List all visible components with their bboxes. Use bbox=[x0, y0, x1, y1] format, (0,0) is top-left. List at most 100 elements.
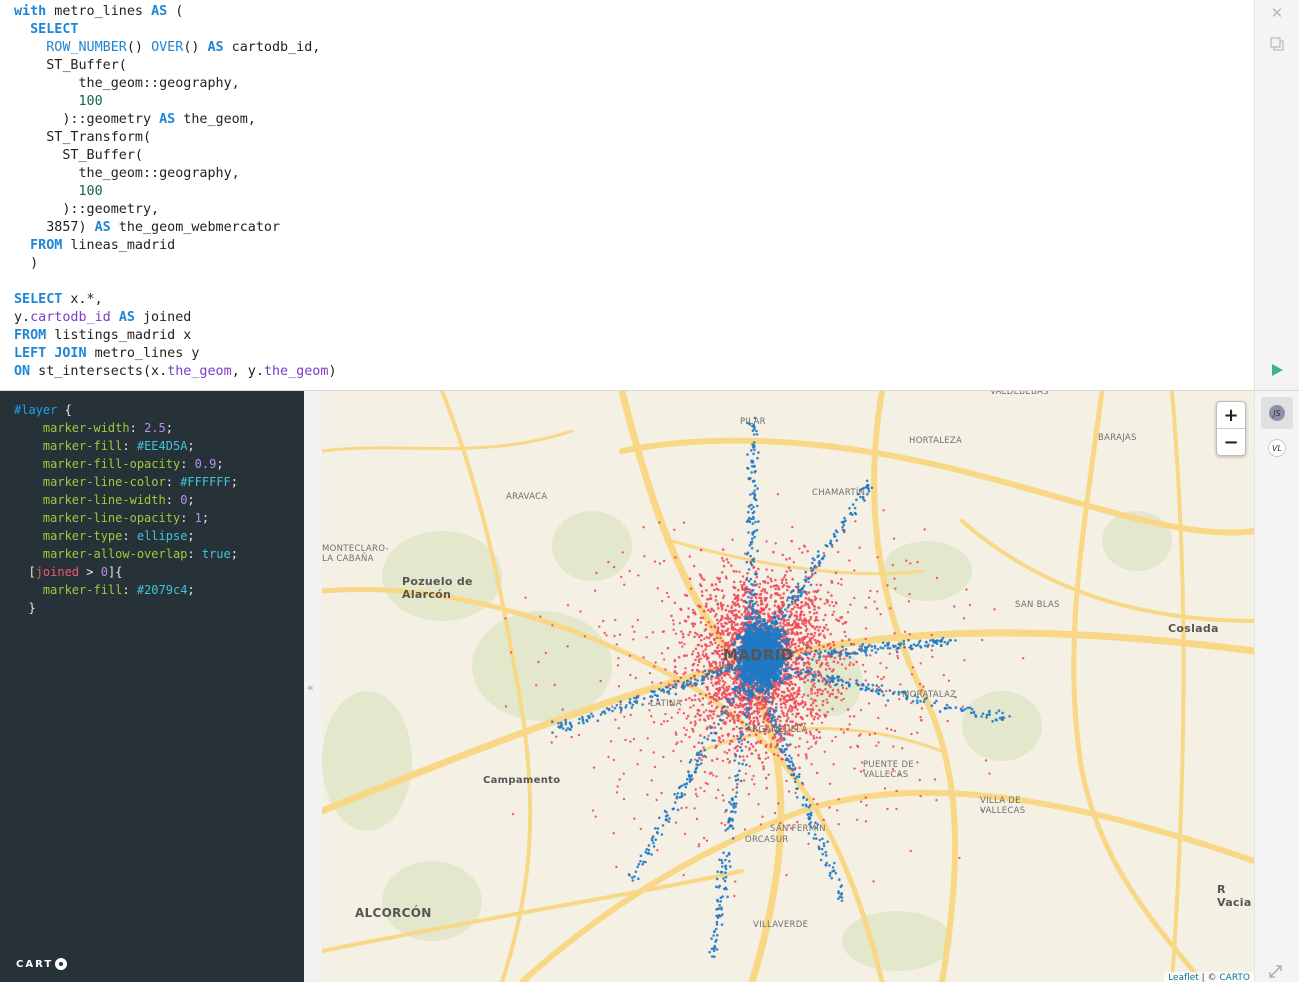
collapse-icon[interactable]: « bbox=[307, 681, 314, 694]
listing-point bbox=[692, 704, 695, 707]
listing-point bbox=[781, 744, 785, 748]
listing-point bbox=[720, 865, 724, 868]
listing-point bbox=[803, 680, 806, 684]
listing-point bbox=[792, 686, 795, 690]
listing-point bbox=[690, 698, 694, 702]
listing-point bbox=[818, 838, 822, 842]
listing-point bbox=[779, 596, 783, 600]
listing-point bbox=[830, 579, 833, 583]
listing-point bbox=[832, 643, 836, 647]
listing-point bbox=[701, 653, 705, 656]
listing-point bbox=[877, 692, 881, 696]
listing-point bbox=[734, 596, 738, 600]
listing-point bbox=[629, 673, 632, 677]
sql-line: ST_Transform( bbox=[14, 129, 337, 147]
listing-point bbox=[654, 661, 657, 664]
listing-point bbox=[933, 641, 936, 645]
listing-point bbox=[811, 561, 814, 565]
listing-point bbox=[754, 609, 757, 613]
listing-point bbox=[803, 637, 806, 640]
listing-point bbox=[817, 679, 820, 683]
collapse-strip[interactable]: « bbox=[304, 391, 323, 982]
listing-point bbox=[602, 619, 605, 623]
map-view[interactable]: VALDEBEBAS PILAR HORTALEZA BARAJAS ARAVACA CH… bbox=[322, 391, 1254, 982]
listing-point bbox=[836, 679, 840, 682]
listing-point bbox=[841, 526, 844, 529]
sql-editor[interactable]: with metro_lines AS ( SELECT ROW_NUMBER(… bbox=[0, 0, 1254, 390]
listing-point bbox=[767, 717, 770, 721]
listing-point bbox=[650, 695, 654, 698]
listing-point bbox=[612, 565, 616, 569]
listing-point bbox=[792, 561, 795, 564]
listing-point bbox=[802, 613, 806, 617]
cartocss-editor[interactable]: #layer { marker-width: 2.5; marker-fill:… bbox=[0, 391, 304, 982]
listing-point bbox=[702, 678, 706, 682]
close-icon[interactable]: ✕ bbox=[1267, 3, 1287, 23]
listing-point bbox=[821, 689, 824, 693]
listing-point bbox=[870, 649, 874, 652]
listing-point bbox=[728, 859, 731, 863]
listing-point bbox=[702, 578, 706, 581]
listing-point bbox=[785, 743, 788, 746]
cartocss-code[interactable]: #layer { marker-width: 2.5; marker-fill:… bbox=[14, 401, 238, 617]
listing-point bbox=[786, 610, 789, 613]
copy-icon[interactable] bbox=[1267, 34, 1287, 54]
listing-point bbox=[712, 934, 715, 937]
listing-point bbox=[746, 572, 749, 575]
listing-point bbox=[823, 636, 827, 639]
listing-point bbox=[925, 640, 928, 644]
listing-point bbox=[658, 816, 661, 820]
sql-token: st_intersects(x. bbox=[30, 364, 168, 379]
listing-point bbox=[815, 583, 818, 586]
listing-point bbox=[730, 626, 734, 630]
listing-point bbox=[785, 712, 789, 715]
listing-point bbox=[591, 809, 595, 812]
listing-point bbox=[864, 796, 867, 799]
listing-point bbox=[756, 604, 760, 607]
listing-point bbox=[711, 684, 715, 687]
listing-point bbox=[652, 841, 655, 845]
listing-point bbox=[747, 579, 751, 583]
listing-point bbox=[867, 683, 870, 686]
listing-point bbox=[866, 645, 870, 649]
listing-point bbox=[786, 687, 789, 690]
listing-point bbox=[786, 764, 790, 768]
listing-point bbox=[599, 713, 603, 716]
listing-point bbox=[726, 632, 730, 635]
listing-point bbox=[755, 575, 759, 579]
sql-line: ROW_NUMBER() OVER() AS cartodb_id, bbox=[14, 39, 337, 57]
listing-point bbox=[698, 756, 701, 760]
listing-point bbox=[678, 622, 682, 625]
listing-point bbox=[705, 709, 708, 712]
listing-point bbox=[729, 865, 732, 868]
listing-point bbox=[889, 607, 892, 610]
listing-point bbox=[614, 618, 617, 622]
listing-point bbox=[807, 661, 810, 665]
listing-point bbox=[653, 765, 657, 769]
listing-point bbox=[840, 899, 844, 903]
listing-point bbox=[958, 856, 961, 860]
listing-point bbox=[812, 655, 816, 658]
listing-point bbox=[757, 520, 760, 523]
listing-point bbox=[733, 747, 737, 750]
listing-point bbox=[674, 665, 677, 668]
listing-point bbox=[816, 555, 819, 558]
listing-point bbox=[727, 851, 731, 855]
listing-point bbox=[774, 584, 777, 587]
listing-point bbox=[743, 828, 747, 831]
listing-point bbox=[776, 493, 780, 496]
listing-point bbox=[694, 678, 697, 681]
listing-point bbox=[752, 433, 756, 436]
listing-point bbox=[837, 890, 840, 893]
listing-point bbox=[823, 627, 827, 630]
sql-code[interactable]: with metro_lines AS ( SELECT ROW_NUMBER(… bbox=[14, 3, 337, 381]
listing-point bbox=[694, 758, 697, 761]
play-icon[interactable] bbox=[1267, 360, 1287, 380]
listing-point bbox=[828, 604, 831, 607]
listing-point bbox=[725, 808, 728, 812]
listing-point bbox=[750, 547, 754, 550]
listing-point bbox=[713, 615, 717, 618]
listing-point bbox=[840, 884, 843, 887]
map-tiles bbox=[322, 391, 1254, 982]
listing-point bbox=[752, 510, 756, 514]
